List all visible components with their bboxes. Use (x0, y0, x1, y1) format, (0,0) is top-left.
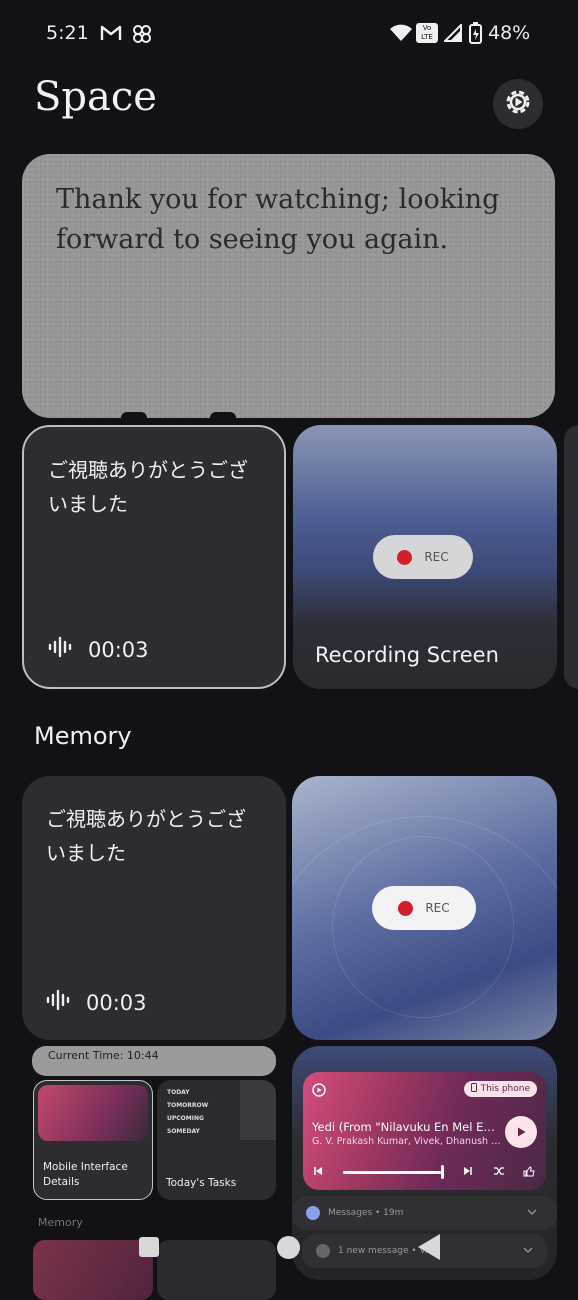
note-tab (121, 412, 147, 418)
mini-tasks-preview (157, 1240, 276, 1300)
media-progress-knob[interactable] (441, 1165, 444, 1179)
task-list: TODAY TOMORROW UPCOMING SOMEDAY (167, 1086, 208, 1138)
rec-label: REC (424, 550, 449, 564)
transcript-card[interactable]: ご視聴ありがとうございました 00:03 (22, 776, 286, 1040)
transcript-text: ご視聴ありがとうございました (48, 458, 248, 516)
waveform-icon (48, 636, 74, 663)
home-button[interactable] (277, 1236, 300, 1259)
status-bar: 5:21 Vo LTE 48% (0, 18, 578, 50)
media-progress-bar[interactable] (343, 1171, 441, 1174)
duration-row: 00:03 (48, 636, 149, 663)
rec-label: REC (425, 901, 450, 915)
device-chip-label: This phone (480, 1084, 530, 1094)
recents-button[interactable] (139, 1237, 159, 1257)
task-side-panel (240, 1080, 276, 1140)
thumbs-up-icon[interactable] (523, 1166, 535, 1180)
battery-percent: 48% (488, 22, 531, 44)
settings-button[interactable] (493, 79, 543, 129)
rec-button[interactable]: REC (373, 535, 473, 579)
mini-card-mobile-interface[interactable]: Mobile Interface Details (33, 1080, 153, 1200)
messages-icon (306, 1206, 320, 1220)
previous-icon[interactable] (313, 1166, 323, 1179)
transcript-text: ご視聴ありがとうございました (46, 807, 246, 865)
recording-title: Recording Screen (315, 643, 499, 667)
page-title: Space (34, 74, 157, 120)
note-card[interactable]: Thank you for watching; looking forward … (22, 154, 555, 418)
duration-row: 00:03 (46, 989, 147, 1016)
chevron-down-icon[interactable] (527, 1208, 537, 1218)
current-time-strip[interactable]: Current Time: 10:44 (32, 1046, 276, 1076)
task-item: UPCOMING (167, 1115, 204, 1122)
shuffle-icon[interactable] (493, 1166, 505, 1179)
current-time-text: Current Time: 10:44 (48, 1049, 159, 1062)
gmail-icon (100, 24, 122, 47)
battery-icon (469, 22, 482, 49)
mini-card-label: Today's Tasks (166, 1177, 237, 1189)
cell-signal-icon (442, 22, 462, 47)
recording-card[interactable]: REC (292, 776, 557, 1040)
track-artists: G. V. Prakash Kumar, Vivek, Dhanush &... (312, 1136, 502, 1147)
memory-label-small: Memory (38, 1216, 83, 1229)
mini-media-thumbnail (38, 1085, 148, 1141)
record-dot-icon (398, 900, 414, 916)
notification-text: Messages • 19m (328, 1208, 404, 1218)
next-card-peek[interactable] (564, 425, 578, 689)
gear-icon (502, 86, 534, 122)
task-item: TODAY (167, 1089, 190, 1096)
phone-icon (470, 1083, 477, 1095)
transcript-card[interactable]: ご視聴ありがとうございました 00:03 (22, 425, 286, 689)
section-title-memory: Memory (34, 722, 132, 750)
recording-screen-card[interactable]: REC Recording Screen (293, 425, 557, 689)
task-item: SOMEDAY (167, 1128, 200, 1135)
duration-text: 00:03 (88, 637, 149, 662)
play-icon (515, 1123, 527, 1142)
note-text: Thank you for watching; looking forward … (56, 184, 500, 255)
mini-card-label: Mobile Interface Details (43, 1161, 128, 1188)
chevron-down-icon[interactable] (523, 1246, 533, 1256)
duration-text: 00:03 (86, 990, 147, 1015)
task-item: TOMORROW (167, 1102, 209, 1109)
mini-media-preview (33, 1240, 153, 1300)
record-dot-icon (397, 549, 413, 565)
note-tab (210, 412, 236, 418)
pinwheel-icon (132, 24, 152, 49)
waveform-icon (46, 989, 72, 1016)
track-title: Yedi (From "Nilavuku En Mel Ennad... (312, 1120, 502, 1134)
next-icon[interactable] (463, 1166, 473, 1179)
wifi-icon (390, 24, 412, 47)
notification-messages[interactable]: Messages • 19m (292, 1196, 557, 1230)
app-icon (312, 1082, 326, 1101)
mail-icon (316, 1244, 330, 1258)
play-button[interactable] (505, 1116, 537, 1148)
volte-icon: Vo LTE (416, 23, 438, 44)
media-player[interactable]: This phone Yedi (From "Nilavuku En Mel E… (303, 1072, 546, 1190)
status-time: 5:21 (46, 22, 89, 44)
output-device-chip[interactable]: This phone (463, 1081, 537, 1097)
mini-card-tasks[interactable]: TODAY TOMORROW UPCOMING SOMEDAY Today's … (157, 1080, 276, 1200)
back-button[interactable] (418, 1234, 440, 1260)
rec-button[interactable]: REC (372, 886, 476, 930)
